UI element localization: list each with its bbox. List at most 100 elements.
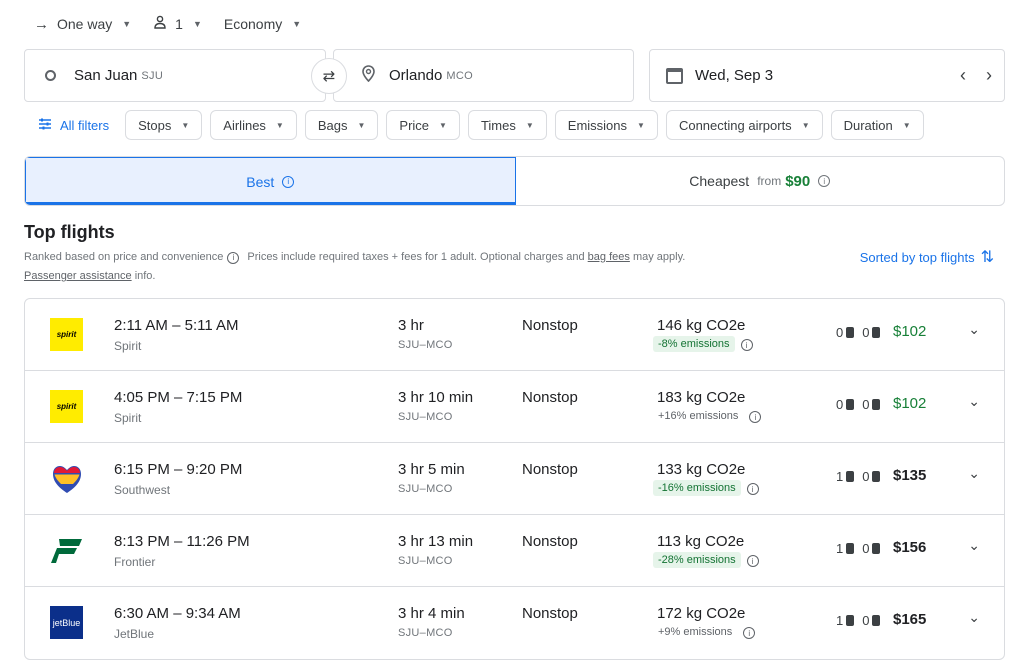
all-filters-button[interactable]: All filters bbox=[24, 110, 109, 140]
emissions-badge: -28% emissions i bbox=[653, 552, 759, 568]
jetblue-logo: jetBlue bbox=[50, 606, 83, 639]
filter-duration[interactable]: Duration ▼ bbox=[830, 110, 924, 140]
info-icon[interactable]: i bbox=[227, 251, 240, 264]
checked-bag-count: 0 bbox=[862, 325, 870, 340]
frontier-logo bbox=[50, 534, 83, 567]
filter-airlines[interactable]: Airlines ▼ bbox=[210, 110, 297, 140]
info-icon[interactable]: i bbox=[740, 339, 753, 351]
expand-chevron-icon[interactable]: ⌄ bbox=[968, 321, 980, 338]
flight-row[interactable]: spirit 4:05 PM – 7:15 PM Spirit 3 hr 10 … bbox=[25, 371, 1004, 443]
tab-cheapest[interactable]: Cheapest from $90 i bbox=[516, 157, 1005, 205]
tab-cheapest-label: Cheapest bbox=[689, 173, 750, 189]
expand-chevron-icon[interactable]: ⌄ bbox=[968, 537, 980, 554]
flight-list: spirit 2:11 AM – 5:11 AM Spirit 3 hr SJU… bbox=[24, 298, 1005, 660]
flight-duration: 3 hr bbox=[398, 317, 424, 334]
flight-row[interactable]: 8:13 PM – 11:26 PM Frontier 3 hr 13 min … bbox=[25, 515, 1004, 587]
info-icon[interactable]: i bbox=[743, 627, 756, 639]
passenger-assistance-link[interactable]: Passenger assistance bbox=[24, 270, 132, 282]
chip-label: Bags bbox=[317, 117, 348, 133]
checked-bag-icon bbox=[872, 327, 881, 338]
bag-allowance: 10 bbox=[836, 613, 885, 628]
flight-stops: Nonstop bbox=[522, 317, 578, 334]
destination-field[interactable]: Orlando MCO bbox=[333, 49, 634, 102]
flight-row[interactable]: spirit 2:11 AM – 5:11 AM Spirit 3 hr SJU… bbox=[25, 299, 1004, 371]
caret-down-icon: ▼ bbox=[275, 120, 284, 130]
flight-stops: Nonstop bbox=[522, 533, 578, 550]
ranking-note: Ranked based on price and convenience i Pr… bbox=[24, 248, 784, 286]
checked-bag-count: 0 bbox=[862, 541, 870, 556]
checked-bag-icon bbox=[872, 471, 881, 482]
flight-route: SJU–MCO bbox=[398, 627, 453, 639]
sort-button[interactable]: Sorted by top flights ⇅ bbox=[860, 247, 994, 267]
checked-bag-count: 0 bbox=[862, 397, 870, 412]
arrow-right-icon: → bbox=[34, 15, 49, 33]
info-icon[interactable]: i bbox=[282, 175, 295, 188]
origin-city: San Juan bbox=[74, 67, 138, 84]
filter-emissions[interactable]: Emissions ▼ bbox=[554, 110, 658, 140]
expand-chevron-icon[interactable]: ⌄ bbox=[968, 609, 980, 626]
checked-bag-icon bbox=[872, 615, 881, 626]
carry-on-bag-icon bbox=[846, 399, 855, 410]
flight-row[interactable]: jetBlue 6:30 AM – 9:34 AM JetBlue 3 hr 4… bbox=[25, 587, 1004, 659]
flight-times: 8:13 PM – 11:26 PM bbox=[114, 533, 250, 550]
section-title: Top flights bbox=[24, 222, 115, 242]
flight-duration: 3 hr 13 min bbox=[398, 533, 474, 550]
chevron-right-icon[interactable]: › bbox=[986, 65, 992, 86]
filter-stops[interactable]: Stops ▼ bbox=[125, 110, 203, 140]
filter-times[interactable]: Times ▼ bbox=[467, 110, 547, 140]
prices-note: Prices include required taxes + fees for… bbox=[247, 251, 585, 263]
trip-type-select[interactable]: → One way ▼ bbox=[34, 16, 131, 33]
flight-times: 2:11 AM – 5:11 AM bbox=[114, 317, 239, 334]
chip-label: Connecting airports bbox=[678, 117, 792, 133]
flight-times: 6:30 AM – 9:34 AM bbox=[114, 605, 241, 622]
date-field[interactable]: Wed, Sep 3 ‹ › bbox=[649, 49, 1005, 102]
airline-name: Spirit bbox=[114, 339, 142, 353]
spirit-logo: spirit bbox=[50, 390, 83, 423]
info-icon[interactable]: i bbox=[746, 483, 759, 495]
origin-field[interactable]: San Juan SJU bbox=[24, 49, 326, 102]
bag-fees-link[interactable]: bag fees bbox=[588, 251, 630, 263]
flight-price: $102 bbox=[893, 323, 927, 340]
tune-icon bbox=[38, 117, 52, 133]
trip-type-label: One way bbox=[57, 16, 113, 32]
emissions-text: -16% emissions bbox=[658, 482, 736, 494]
chip-label: Stops bbox=[138, 117, 172, 133]
chip-label: Airlines bbox=[223, 117, 266, 133]
caret-down-icon: ▼ bbox=[439, 120, 447, 130]
passengers-count: 1 bbox=[175, 16, 183, 32]
calendar-icon bbox=[666, 67, 683, 84]
flight-stops: Nonstop bbox=[522, 605, 578, 622]
emissions-badge: +16% emissions i bbox=[653, 408, 762, 424]
swap-button[interactable]: ⇄ bbox=[311, 58, 347, 94]
origin-circle-icon bbox=[45, 70, 56, 81]
info-icon[interactable]: i bbox=[746, 555, 759, 567]
tab-best[interactable]: Best i bbox=[25, 157, 516, 205]
chip-label: Duration bbox=[843, 117, 893, 133]
expand-chevron-icon[interactable]: ⌄ bbox=[968, 393, 980, 410]
cabin-select[interactable]: Economy ▼ bbox=[224, 16, 301, 32]
sort-icon: ⇅ bbox=[980, 249, 994, 266]
destination-code: MCO bbox=[446, 69, 473, 82]
emissions-text: -8% emissions bbox=[658, 338, 730, 350]
flight-duration: 3 hr 10 min bbox=[398, 389, 474, 406]
carry-on-count: 1 bbox=[836, 469, 844, 484]
filter-price[interactable]: Price ▼ bbox=[386, 110, 460, 140]
carry-on-count: 1 bbox=[836, 541, 844, 556]
filter-connecting-airports[interactable]: Connecting airports ▼ bbox=[665, 110, 823, 140]
departure-date: Wed, Sep 3 bbox=[695, 67, 774, 84]
caret-down-icon: ▼ bbox=[192, 19, 202, 29]
airline-name: Southwest bbox=[114, 483, 171, 497]
filter-bags[interactable]: Bags ▼ bbox=[304, 110, 379, 140]
passengers-select[interactable]: 1 ▼ bbox=[153, 15, 202, 33]
flight-row[interactable]: 6:15 PM – 9:20 PM Southwest 3 hr 5 min S… bbox=[25, 443, 1004, 515]
emissions-badge: -16% emissions i bbox=[653, 480, 759, 496]
info-icon[interactable]: i bbox=[749, 411, 762, 423]
location-pin-icon bbox=[362, 64, 375, 87]
carry-on-count: 1 bbox=[836, 613, 844, 628]
expand-chevron-icon[interactable]: ⌄ bbox=[968, 465, 980, 482]
chevron-left-icon[interactable]: ‹ bbox=[960, 65, 966, 86]
flight-route: SJU–MCO bbox=[398, 483, 453, 495]
tab-best-label: Best bbox=[246, 173, 275, 190]
info-icon[interactable]: i bbox=[818, 175, 831, 187]
emissions-text: +16% emissions bbox=[658, 410, 739, 422]
